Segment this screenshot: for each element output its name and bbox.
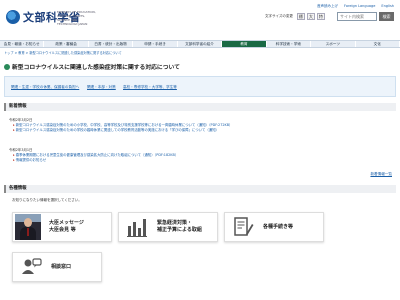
site-search-button[interactable]: 検索 bbox=[379, 12, 394, 21]
gnav-item-education[interactable]: 教育 bbox=[222, 41, 267, 47]
card-label: 各種手続き等 bbox=[263, 223, 294, 230]
gnav-item-culture[interactable]: 文化 bbox=[356, 41, 400, 47]
card-label: 大臣メッセージ 大臣会見 等 bbox=[49, 220, 84, 233]
util-link-foreign-language[interactable]: Foreign Language bbox=[344, 4, 375, 9]
news-item[interactable]: ▸新型コロナウイルス感染症対策のための学校の臨時休業に関連しての学校教育活動等の… bbox=[13, 127, 219, 132]
info-section-heading: 各種情報 bbox=[4, 185, 396, 193]
document-pencil-icon bbox=[231, 215, 255, 239]
card-label: 緊急経済対策・ 補正予算による取組 bbox=[157, 220, 202, 233]
font-size-standard-button[interactable]: 標 bbox=[296, 13, 305, 20]
site-search-input[interactable] bbox=[337, 12, 377, 21]
consultation-icon bbox=[19, 255, 43, 279]
news-section-heading: 新着情報 bbox=[4, 103, 396, 111]
gnav-item-publications[interactable]: 白書・統計・出版物 bbox=[89, 41, 134, 47]
related-link-headquarters[interactable]: 関連・本部・対策 bbox=[87, 85, 116, 90]
card-consultation[interactable]: 相談窓口 bbox=[12, 252, 102, 282]
page-title: 新型コロナウイルスに関連した感染症対策に関する対応について bbox=[12, 65, 180, 71]
news-item-link[interactable]: 新型コロナウイルス感染症対策のための学校の臨時休業に関連しての学校教育活動等の実… bbox=[16, 128, 219, 132]
related-link-higher-education[interactable]: 高校・専修学校・大学等、学生等 bbox=[123, 85, 177, 90]
news-list-more-link[interactable]: 新着情報一覧 bbox=[370, 172, 392, 177]
news-item-link[interactable]: 情報提供のお知らせ bbox=[16, 158, 46, 162]
ministry-logo-icon[interactable] bbox=[6, 10, 20, 24]
breadcrumb[interactable]: トップ > 教育 > 新型コロナウイルスに関連した感染症対策に関する対応について bbox=[4, 50, 122, 55]
utility-links: 音声読み上げ Foreign Language English bbox=[317, 4, 394, 9]
minister-photo bbox=[15, 214, 41, 240]
font-size-selector: 文字サイズの変更 標 大 特 bbox=[265, 13, 325, 20]
related-links-box: 関連・生涯・学校の休業、保護者の負担へ 関連・本部・対策 高校・専修学校・大学等… bbox=[4, 76, 396, 97]
gnav-item-policy[interactable]: 政策・審議会 bbox=[44, 41, 89, 47]
global-nav: 会見・報道・お知らせ 政策・審議会 白書・統計・出版物 申請・手続き 文部科学省… bbox=[0, 40, 400, 48]
gnav-item-applications[interactable]: 申請・手続き bbox=[133, 41, 178, 47]
gnav-item-about[interactable]: 文部科学省の紹介 bbox=[178, 41, 223, 47]
font-size-large-button[interactable]: 大 bbox=[306, 13, 315, 20]
news-item[interactable]: ▸情報提供のお知らせ bbox=[13, 157, 46, 162]
site-logo-subtitle: MINISTRY OF EDUCATION, CULTURE, SPORTS, … bbox=[57, 10, 96, 26]
title-bullet-icon bbox=[4, 63, 10, 70]
gnav-item-press[interactable]: 会見・報道・お知らせ bbox=[0, 41, 45, 47]
util-link-voice[interactable]: 音声読み上げ bbox=[317, 4, 338, 9]
arrow-icon: ▸ bbox=[13, 158, 15, 162]
related-link-schools[interactable]: 関連・生涯・学校の休業、保護者の負担へ bbox=[11, 85, 79, 90]
gnav-item-science[interactable]: 科学技術・学術 bbox=[267, 41, 312, 47]
font-size-xlarge-button[interactable]: 特 bbox=[316, 13, 325, 20]
font-size-label: 文字サイズの変更 bbox=[265, 14, 293, 18]
info-note: お知りになりたい情報を選択してください。 bbox=[12, 198, 82, 202]
card-label: 相談窓口 bbox=[51, 263, 72, 270]
bar-chart-icon bbox=[125, 215, 149, 239]
page-title-row: 新型コロナウイルスに関連した感染症対策に関する対応について bbox=[4, 62, 180, 71]
card-economic-measures[interactable]: 緊急経済対策・ 補正予算による取組 bbox=[118, 212, 218, 242]
card-minister-message[interactable]: 大臣メッセージ 大臣会見 等 bbox=[12, 212, 112, 242]
card-procedures[interactable]: 各種手続き等 bbox=[224, 212, 324, 242]
site-header: 文部科学省 MINISTRY OF EDUCATION, CULTURE, SP… bbox=[0, 0, 400, 38]
arrow-icon: ▸ bbox=[13, 128, 15, 132]
util-link-english[interactable]: English bbox=[381, 4, 394, 9]
gnav-item-sports[interactable]: スポーツ bbox=[311, 41, 356, 47]
